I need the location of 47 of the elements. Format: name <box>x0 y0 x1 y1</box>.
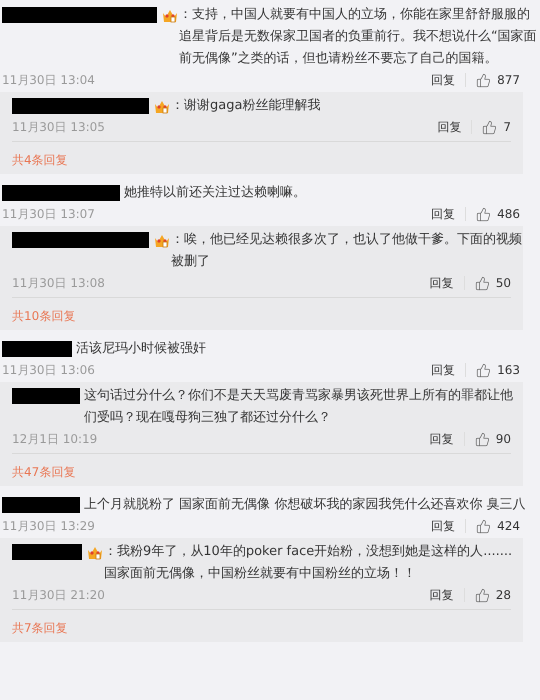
reply-button[interactable]: 回复 <box>430 586 454 604</box>
comment-time: 11月30日 13:05 <box>12 119 105 136</box>
comment-time: 11月30日 21:20 <box>12 587 105 604</box>
like-count: 486 <box>497 206 520 223</box>
like-count: 50 <box>496 275 511 292</box>
comment-text: ：谢谢gaga粉丝能理解我 <box>171 97 322 115</box>
comment-text: 活该尼玛小时候被强奸 <box>76 340 207 358</box>
reply-button[interactable]: 回复 <box>431 361 456 379</box>
like-icon[interactable] <box>476 72 492 88</box>
comment-time: 11月30日 13:08 <box>12 275 105 292</box>
comment-time: 12月1日 10:19 <box>12 431 98 448</box>
like-icon[interactable] <box>474 588 490 602</box>
comment-time: 11月30日 13:07 <box>2 206 95 223</box>
like-count: 7 <box>503 119 511 136</box>
redacted-name-bar <box>12 544 82 560</box>
reply-button[interactable]: 回复 <box>431 517 456 535</box>
comment-text: ：支持，中国人就要有中国人的立场，你能在家里舒舒服服的追星背后是无数保家卫国者的负重前行。我不想说什么“国家面前无偶像”之类的话，但也请粉丝不要忘了自己的国籍。 <box>179 6 538 68</box>
comment-time: 11月30日 13:04 <box>2 72 95 89</box>
crown-badge-icon <box>154 232 170 248</box>
like-icon[interactable] <box>476 362 492 378</box>
reply-button[interactable]: 回复 <box>430 430 454 448</box>
comment-text: 她推特以前还关注过达赖喇嘛。 <box>124 184 307 202</box>
like-icon[interactable] <box>476 206 492 222</box>
reply-button[interactable]: 回复 <box>437 118 462 136</box>
redacted-name-bar <box>2 341 72 357</box>
like-icon[interactable] <box>474 276 490 290</box>
like-count: 877 <box>497 72 520 89</box>
redacted-name-bar <box>12 388 80 404</box>
comment-time: 11月30日 13:29 <box>2 518 95 535</box>
like-count: 28 <box>496 587 511 604</box>
comment-text: ：我粉9年了，从10年的poker face开始粉，没想到她是这样的人.......国家面前无偶像，中国粉丝就要有中国粉丝的立场！！ <box>104 543 514 583</box>
like-icon[interactable] <box>476 518 492 534</box>
comment-text: 上个月就脱粉了 国家面前无偶像 你想破坏我的家园我凭什么还喜欢你 臭三八 <box>84 496 526 514</box>
comment-time: 11月30日 13:06 <box>2 362 95 379</box>
crown-badge-icon <box>154 98 170 114</box>
like-icon[interactable] <box>482 120 498 134</box>
comment-text: ：唉，他已经见达赖很多次了，也认了他做干爹。下面的视频被删了 <box>171 231 523 271</box>
like-count: 163 <box>497 362 520 379</box>
reply-button[interactable]: 回复 <box>431 205 456 223</box>
comment-text: 这句话过分什么？你们不是天天骂废青骂家暴男该死世界上所有的罪都让他们受吗？现在嘎母狗三独了都还过分什么？ <box>84 387 514 427</box>
like-count: 424 <box>497 518 520 535</box>
like-count: 90 <box>496 431 511 448</box>
crown-badge-icon <box>162 8 178 22</box>
reply-button[interactable]: 回复 <box>430 274 454 292</box>
crown-badge-icon <box>87 544 103 560</box>
like-icon[interactable] <box>474 432 490 446</box>
reply-button[interactable]: 回复 <box>431 71 456 89</box>
